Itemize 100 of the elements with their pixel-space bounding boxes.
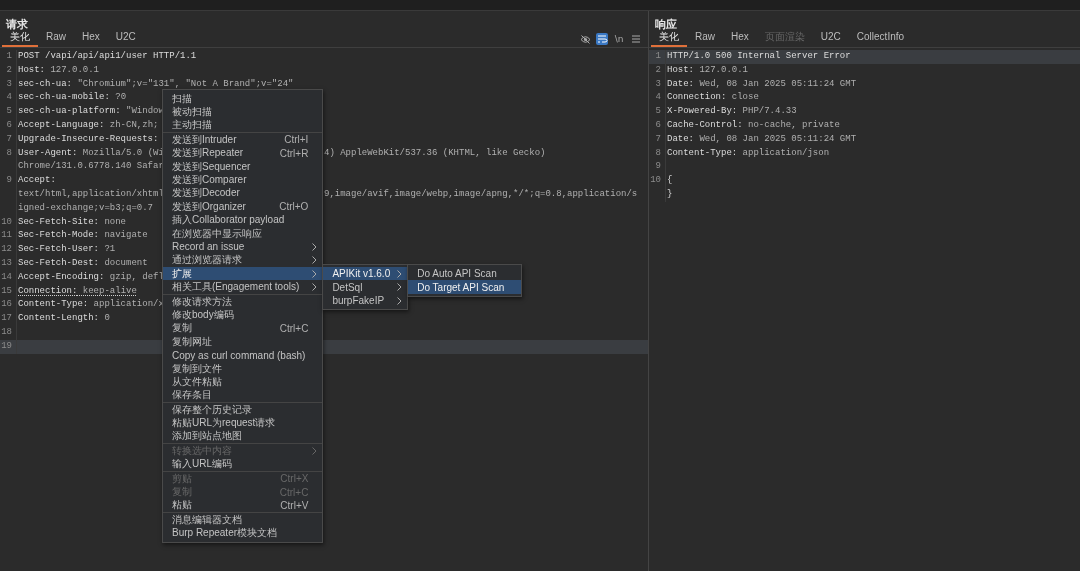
menu-item[interactable]: Do Target API Scan [408,280,522,294]
tab[interactable]: Raw [687,31,723,47]
header-name: X-Powered-By: [667,106,738,117]
header-value: no-cache, private [747,120,840,130]
menu-item[interactable]: burpFakeIP [323,293,408,308]
menu-item[interactable]: Copy as curl command (bash) [163,348,323,362]
line-number: 16 [1,299,12,310]
menu-item[interactable]: 相关工具(Engagement tools) [163,280,323,294]
line-number: 3 [6,78,12,89]
line-number: 4 [655,92,661,103]
line-number: 12 [1,244,12,255]
menu-item[interactable]: 修改body编码 [163,308,323,322]
line-number: 1 [6,51,12,61]
menu-item[interactable]: 复制网址 [163,335,323,349]
tab[interactable]: Raw [38,31,74,47]
menu-item[interactable]: 发送到Sequencer [163,159,323,174]
tab[interactable]: Hex [74,31,108,47]
menu-item[interactable]: 复制 Ctrl+C [163,321,323,336]
menu-item[interactable]: APIKit v1.6.0 [323,267,408,281]
line-number: 8 [6,147,12,158]
menu-item[interactable]: Do Auto API Scan [408,267,522,281]
menu-item[interactable]: 扩展 [163,267,323,281]
header-name: User-Agent: [18,147,78,158]
tab[interactable]: 美化 [651,31,687,47]
tab[interactable]: Hex [723,31,757,47]
menu-item[interactable]: DetSql [323,280,408,294]
header-value: Wed, 08 Jan 2025 05:11:24 GMT [698,133,857,144]
line-number: 1 [655,51,661,61]
menu-item[interactable]: 在浏览器中显示响应 [163,226,323,241]
header-name: sec-ch-ua-platform: [18,106,121,117]
header-value: close [730,92,759,103]
line-number: 3 [655,78,661,89]
menu-item[interactable]: 发送到Organizer Ctrl+O [163,200,323,214]
header-name: Sec-Fetch-User: [18,244,99,255]
tab[interactable]: U2C [812,31,849,47]
header-name: Connection: [18,285,78,296]
menu-item[interactable]: 保存条目 [163,388,323,402]
menu-item[interactable]: 复制到文件 [163,361,323,376]
header-name: Connection: [667,92,727,103]
line-number: 14 [1,271,12,282]
header-value: application/json [741,147,830,158]
header-value: ?0 [114,92,127,103]
menu-item[interactable]: 从文件粘贴 [163,375,323,389]
line-number: 10 [1,216,12,227]
header-value: document [103,257,148,268]
line-number: 2 [655,64,661,75]
header-name: Accept-Language: [18,120,105,130]
header-value: Chrome/131.0.6778.140 Safar [18,161,164,172]
header-value: igned-exchange;v=b3;q=0.7 [18,202,154,213]
tab[interactable]: 美化 [2,31,38,47]
header-value: ?1 [103,244,116,255]
eye-slash-icon[interactable] [579,33,591,45]
menu-item[interactable]: 被动扫描 [163,105,323,119]
header-name: sec-ch-ua: [18,78,72,89]
header-value: Wed, 08 Jan 2025 05:11:24 GMT [698,78,857,89]
menu-icon[interactable] [630,33,642,45]
menu-item[interactable]: 主动扫描 [163,118,323,133]
menu-item[interactable]: 发送到Intruder Ctrl+I [163,133,323,147]
line-number: 19 [1,340,12,351]
tab[interactable]: CollectInfo [848,31,913,47]
menu-item[interactable]: 插入Collaborator payload [163,213,323,227]
header-name: Upgrade-Insecure-Requests: [18,133,159,144]
menu-item[interactable]: Record an issue [163,240,323,254]
menu-item[interactable]: 发送到Comparer [163,173,323,187]
panel-title: 请求 [5,17,29,31]
line-number: 18 [1,326,12,337]
menu-item[interactable]: 粘贴 Ctrl+V [163,498,323,513]
header-name: Accept: [18,175,56,186]
header-value: keep-alive [81,285,137,296]
header-name: POST /vapi/api/api1/user HTTP/1.1 [18,51,197,61]
menu-item[interactable]: 保存整个历史记录 [163,403,323,417]
menu-item[interactable]: 发送到Repeater Ctrl+R [163,146,323,160]
line-number: 5 [655,106,661,117]
header-value: application/x [92,299,164,310]
menu-item[interactable]: 消息编辑器文档 [163,513,323,527]
menu-item[interactable]: 发送到Decoder [163,186,323,201]
line-number: 7 [655,133,661,144]
menu-item[interactable]: 通过浏览器请求 [163,253,323,268]
menu-item[interactable]: 扫描 [163,92,323,106]
header-value: Mozilla/5.0 (Wi [81,147,164,158]
header-name: Sec-Fetch-Mode: [18,230,99,241]
header-name: Host: [667,64,694,75]
header-name: HTTP/1.0 500 Internal Server Error [667,51,851,61]
header-name: { [667,175,673,186]
line-number: 10 [650,175,661,186]
header-value: "Chromium";v="131", "Not A Brand";v="24" [76,78,294,89]
menu-item[interactable]: 粘贴URL为request请求 [163,416,323,430]
newline-toggle[interactable]: \n [613,33,625,45]
header-value: text/html,application/xhtml [18,188,164,199]
header-name: sec-ch-ua-mobile: [18,92,110,103]
header-value: 127.0.0.1 [698,64,749,75]
wrap-icon[interactable] [596,33,608,45]
line-number: 4 [6,92,12,103]
menu-item[interactable]: 修改请求方法 [163,294,323,309]
line-number: 7 [6,133,12,144]
menu-item[interactable]: 添加到站点地图 [163,429,323,444]
tab[interactable]: U2C [107,31,144,47]
menu-item[interactable]: Burp Repeater模块文档 [163,526,323,540]
line-number: 17 [1,313,12,324]
menu-item[interactable]: 输入URL编码 [163,457,323,471]
